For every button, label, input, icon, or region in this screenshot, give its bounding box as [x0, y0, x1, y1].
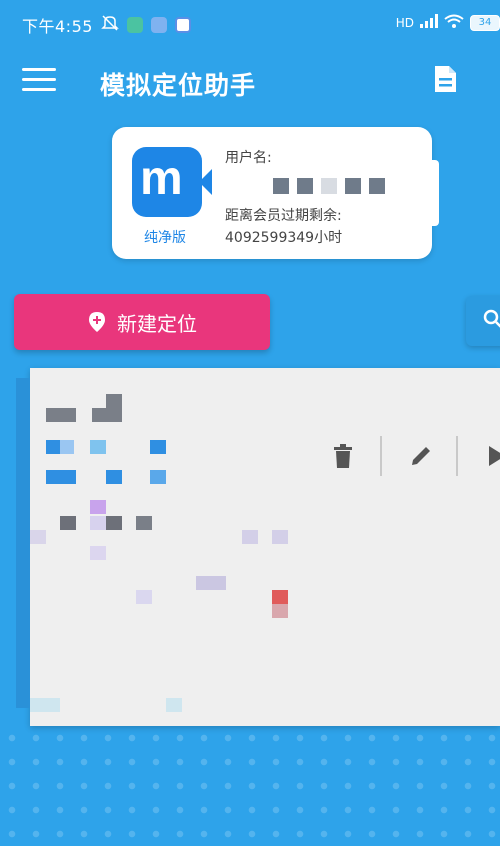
search-icon [483, 309, 500, 328]
redacted-block [272, 530, 288, 544]
redacted-block [46, 470, 76, 484]
app-notification-icon-1 [126, 17, 143, 33]
play-icon [489, 446, 500, 466]
redacted-block [106, 516, 122, 530]
pencil-icon [412, 447, 430, 465]
logo-camera-icon [199, 169, 212, 195]
redacted-block [30, 530, 46, 544]
hamburger-menu-icon[interactable] [22, 68, 56, 94]
edition-label: 纯净版 [144, 230, 186, 246]
redacted-block [150, 440, 166, 454]
app-logo: m 纯净版 [132, 147, 214, 247]
card-actions [306, 434, 500, 478]
signal-icon [420, 14, 438, 31]
mute-icon [101, 14, 119, 36]
redacted-block [136, 590, 152, 604]
app-bar: 模拟定位助手 [0, 56, 500, 108]
app-notification-icon-3 [174, 17, 191, 33]
redacted-block [106, 470, 122, 484]
redacted-block [272, 604, 288, 618]
expiry-value: 4092599349小时 [225, 230, 343, 246]
status-left: 下午4:55 [22, 13, 191, 37]
card-tab [429, 160, 439, 226]
redacted-block [166, 698, 182, 712]
map-pin-plus-icon [89, 312, 105, 332]
status-bar: 下午4:55 HD 34 [0, 0, 500, 50]
wifi-icon [444, 14, 464, 31]
username-label: 用户名: [225, 150, 272, 166]
redacted-block [90, 516, 106, 530]
battery-indicator: 34 [470, 14, 500, 31]
document-icon[interactable] [431, 64, 459, 94]
logo-badge: m [132, 147, 212, 217]
redacted-block [90, 546, 106, 560]
redacted-block [242, 530, 258, 544]
redacted-block [90, 440, 106, 454]
network-type: HD [395, 15, 414, 30]
redacted-block [90, 500, 106, 514]
redacted-block [46, 408, 76, 422]
redacted-block [196, 576, 226, 590]
card-edge [16, 378, 30, 708]
logo-mark-icon: m [140, 152, 183, 205]
member-card: m 纯净版 用户名: 距离会员过期剩余: 4092599349小时 [112, 127, 432, 259]
member-info: 用户名: 距离会员过期剩余: 4092599349小时 [225, 147, 393, 249]
username-redacted [225, 175, 393, 197]
status-right: HD 34 [396, 14, 500, 31]
page-title: 模拟定位助手 [100, 71, 257, 100]
redacted-block [60, 440, 74, 454]
new-location-button[interactable]: 新建定位 [14, 294, 270, 350]
redacted-block [92, 408, 106, 422]
redacted-block [272, 590, 288, 604]
trash-icon [334, 444, 352, 468]
location-card[interactable] [16, 368, 500, 726]
play-button[interactable] [458, 434, 500, 478]
redacted-block [60, 516, 76, 530]
redacted-block [136, 516, 152, 530]
edit-button[interactable] [382, 434, 456, 478]
search-button[interactable] [466, 296, 500, 346]
redacted-block [46, 440, 60, 454]
redacted-block [150, 470, 166, 484]
redacted-block [30, 698, 60, 712]
background-pattern [0, 726, 500, 846]
new-location-label: 新建定位 [117, 311, 197, 336]
delete-button[interactable] [306, 434, 380, 478]
redacted-block [106, 394, 122, 422]
expiry-label: 距离会员过期剩余: [225, 208, 342, 224]
status-time: 下午4:55 [22, 17, 93, 36]
app-notification-icon-2 [150, 17, 167, 33]
